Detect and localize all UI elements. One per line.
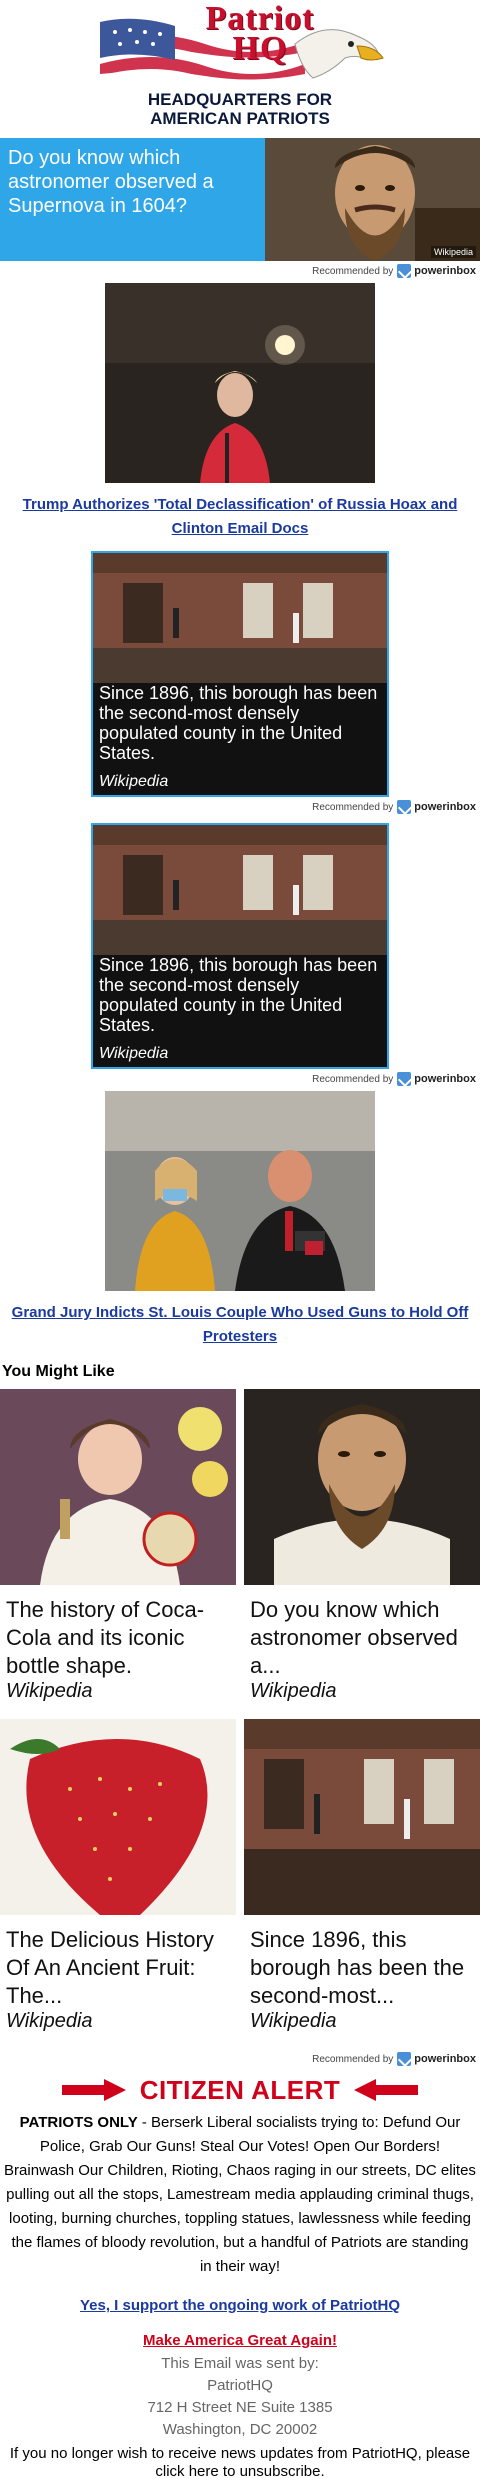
astronomer-portrait-image (265, 138, 480, 261)
card-borough[interactable]: Since 1896, this borough has been the se… (244, 1719, 480, 2049)
patriothq-logo[interactable]: Patriot HQ HEADQUARTERS FOR AMERICAN PAT… (95, 2, 385, 134)
powerinbox-brand: powerinbox (414, 1073, 476, 1085)
borough-ad-1-caption: Since 1896, this borough has been the se… (99, 683, 378, 763)
recommended-bar[interactable]: Recommended by powerinbox (0, 261, 480, 283)
recommended-bar-3[interactable]: Recommended by powerinbox (0, 1069, 480, 1091)
footer-sent-by: This Email was sent by: (161, 2355, 319, 2372)
powerinbox-icon (397, 800, 412, 814)
powerinbox-brand: powerinbox (414, 2053, 476, 2065)
astronomer-banner-ad[interactable]: Do you know which astronomer observed a … (0, 138, 480, 261)
footer-address-line-1: 712 H Street NE Suite 1385 (147, 2399, 333, 2416)
powerinbox-icon (397, 264, 412, 278)
card-strawberry-image (0, 1719, 236, 1915)
banner-text: Do you know which astronomer observed a … (8, 147, 214, 217)
powerinbox-logo: powerinbox (397, 1072, 476, 1086)
powerinbox-logo: powerinbox (397, 800, 476, 814)
borough-ad-1-source: Wikipedia (99, 773, 169, 790)
logo-title-hq: HQ (232, 30, 288, 67)
card-coca-cola-source: Wikipedia (6, 1680, 93, 1702)
recommended-label: Recommended by (312, 801, 394, 813)
card-astronomer-source: Wikipedia (250, 1680, 337, 1702)
story-1-image[interactable] (105, 283, 375, 483)
logo-title: Patriot HQ (205, 2, 315, 67)
citizen-alert-text: - Berserk Liberal socialists trying to: … (4, 2114, 476, 2275)
citizen-alert-section: CITIZEN ALERT PATRIOTS ONLY - Berserk Li… (0, 2073, 480, 2478)
borough-ad-1-image (93, 553, 387, 683)
footer-address: This Email was sent by: PatriotHQ 712 H … (0, 2353, 480, 2441)
footer-org: PatriotHQ (207, 2377, 273, 2394)
story-1-link[interactable]: Trump Authorizes 'Total Declassification… (0, 483, 480, 547)
powerinbox-logo: powerinbox (397, 2052, 476, 2066)
citizen-alert-heading: CITIZEN ALERT (139, 2074, 341, 2105)
story-2-link[interactable]: Grand Jury Indicts St. Louis Couple Who … (0, 1291, 480, 1355)
card-coca-cola-image (0, 1389, 236, 1585)
email-page: Patriot HQ HEADQUARTERS FOR AMERICAN PAT… (0, 0, 480, 2478)
card-astronomer-image (244, 1389, 480, 1585)
card-borough-image (244, 1719, 480, 1915)
story-2: Grand Jury Indicts St. Louis Couple Who … (0, 1091, 480, 1355)
arrow-right-icon (61, 2079, 126, 2101)
logo-tagline: HEADQUARTERS FOR AMERICAN PATRIOTS (95, 90, 385, 128)
recommended-label: Recommended by (312, 1073, 394, 1085)
recommended-label: Recommended by (312, 265, 394, 277)
banner-credit: Wikipedia (430, 246, 476, 258)
footer-address-line-2: Washington, DC 20002 (162, 2421, 318, 2438)
card-coca-cola-title: The history of Coca-Cola and its iconic … (6, 1597, 205, 1678)
card-coca-cola[interactable]: The history of Coca-Cola and its iconic … (0, 1389, 236, 1719)
support-patriothq-link[interactable]: Yes, I support the ongoing work of Patri… (0, 2297, 480, 2314)
powerinbox-icon (397, 1072, 412, 1086)
citizen-alert-lead: PATRIOTS ONLY (19, 2114, 138, 2131)
borough-ad-2-caption: Since 1896, this borough has been the se… (99, 955, 378, 1035)
card-astronomer[interactable]: Do you know which astronomer observed a.… (244, 1389, 480, 1719)
card-strawberry-title: The Delicious History Of An Ancient Frui… (6, 1927, 214, 2008)
powerinbox-logo: powerinbox (397, 264, 476, 278)
powerinbox-icon (397, 2052, 412, 2066)
unsubscribe-notice: If you no longer wish to receive news up… (0, 2445, 480, 2478)
recommended-bar-4[interactable]: Recommended by powerinbox (0, 2049, 480, 2071)
recommended-bar-2[interactable]: Recommended by powerinbox (0, 797, 480, 819)
story-2-image[interactable] (105, 1091, 375, 1291)
powerinbox-brand: powerinbox (414, 265, 476, 277)
unsubscribe-link[interactable]: If you no longer wish to receive news up… (10, 2445, 470, 2478)
card-strawberry-source: Wikipedia (6, 2010, 93, 2032)
story-1: Trump Authorizes 'Total Declassification… (0, 283, 480, 547)
card-borough-source: Wikipedia (250, 2010, 337, 2032)
tagline-line-2: AMERICAN PATRIOTS (150, 109, 330, 128)
powerinbox-brand: powerinbox (414, 801, 476, 813)
citizen-alert-header: CITIZEN ALERT (0, 2073, 480, 2107)
tagline-line-1: HEADQUARTERS FOR (147, 90, 333, 109)
card-strawberry[interactable]: The Delicious History Of An Ancient Frui… (0, 1719, 236, 2049)
borough-ad-1[interactable]: Since 1896, this borough has been the se… (91, 551, 389, 797)
you-might-like-heading: You Might Like (2, 1363, 115, 1380)
arrow-left-icon (354, 2079, 419, 2101)
card-borough-title: Since 1896, this borough has been the se… (250, 1927, 465, 2008)
borough-ad-2-source: Wikipedia (99, 1045, 169, 1062)
citizen-alert-body: PATRIOTS ONLY - Berserk Liberal socialis… (0, 2107, 480, 2279)
borough-ad-2-image (93, 825, 387, 955)
card-astronomer-title: Do you know which astronomer observed a.… (250, 1597, 458, 1678)
borough-ad-2[interactable]: Since 1896, this borough has been the se… (91, 823, 389, 1069)
maga-link[interactable]: Make America Great Again! (0, 2332, 480, 2349)
recommended-label: Recommended by (312, 2053, 394, 2065)
you-might-like-grid: The history of Coca-Cola and its iconic … (0, 1389, 480, 2049)
